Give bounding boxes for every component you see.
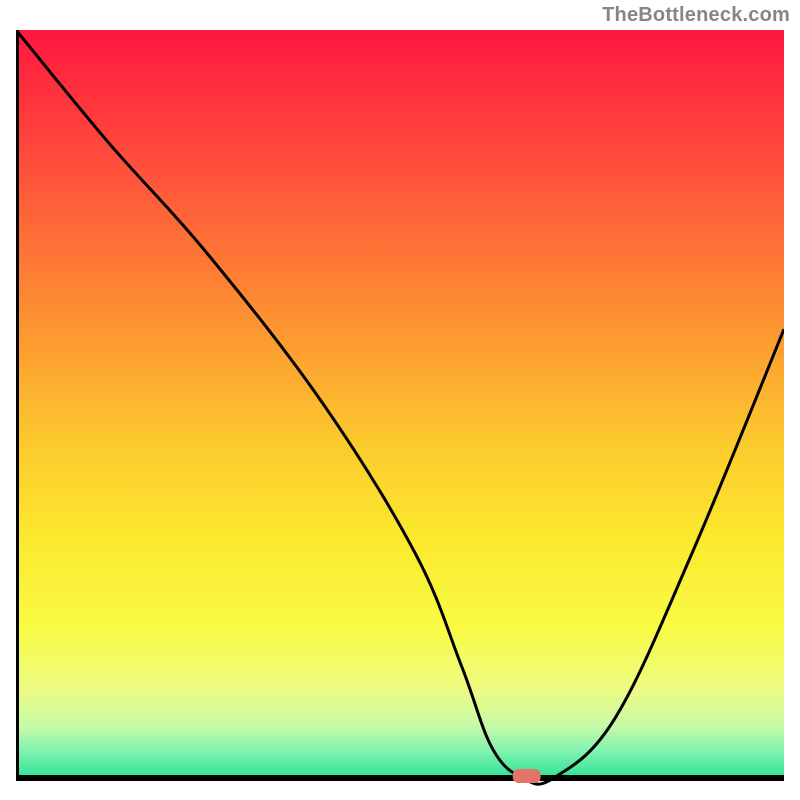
optimal-marker [513,769,541,783]
chart-svg [16,30,784,790]
bottleneck-chart [16,30,784,790]
plot-background [16,30,784,778]
attribution-text: TheBottleneck.com [602,4,790,27]
